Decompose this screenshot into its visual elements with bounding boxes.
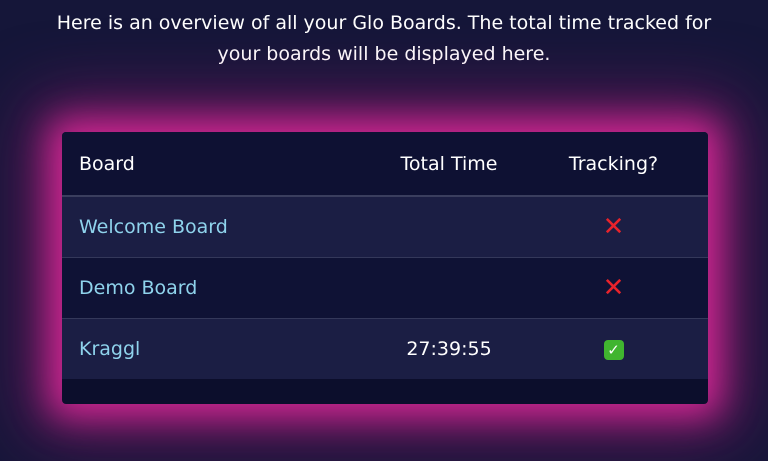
cross-mark-icon: ✕ bbox=[602, 211, 625, 242]
header-tracking: Tracking? bbox=[519, 132, 708, 197]
tracking-cell: ✕ bbox=[519, 196, 708, 257]
board-link-demo-board[interactable]: Demo Board bbox=[79, 277, 197, 299]
cross-mark-icon: ✕ bbox=[602, 272, 625, 303]
tracking-cell: ✓ bbox=[519, 318, 708, 379]
board-cell: Demo Board bbox=[62, 257, 379, 318]
board-cell: Welcome Board bbox=[62, 196, 379, 257]
table-row: Demo Board ✕ bbox=[62, 257, 708, 318]
board-link-welcome-board[interactable]: Welcome Board bbox=[79, 216, 228, 238]
total-time-cell bbox=[379, 257, 519, 318]
table-header-row: Board Total Time Tracking? bbox=[62, 132, 708, 197]
tracking-cell: ✕ bbox=[519, 257, 708, 318]
header-total-time: Total Time bbox=[379, 132, 519, 197]
boards-overview-page: Here is an overview of all your Glo Boar… bbox=[0, 0, 768, 461]
boards-table-container: Board Total Time Tracking? Welcome Board… bbox=[62, 132, 708, 404]
total-time-cell: 27:39:55 bbox=[406, 337, 492, 360]
table-row: Kraggl 27:39:55 ✓ bbox=[62, 318, 708, 379]
intro-text: Here is an overview of all your Glo Boar… bbox=[56, 12, 712, 65]
board-link-kraggl[interactable]: Kraggl bbox=[79, 338, 140, 360]
total-time-cell bbox=[379, 196, 519, 257]
table-row: Welcome Board ✕ bbox=[62, 196, 708, 257]
check-mark-icon: ✓ bbox=[603, 339, 624, 360]
header-board: Board bbox=[62, 132, 379, 197]
boards-table: Board Total Time Tracking? Welcome Board… bbox=[62, 132, 708, 379]
board-cell: Kraggl bbox=[62, 318, 379, 379]
